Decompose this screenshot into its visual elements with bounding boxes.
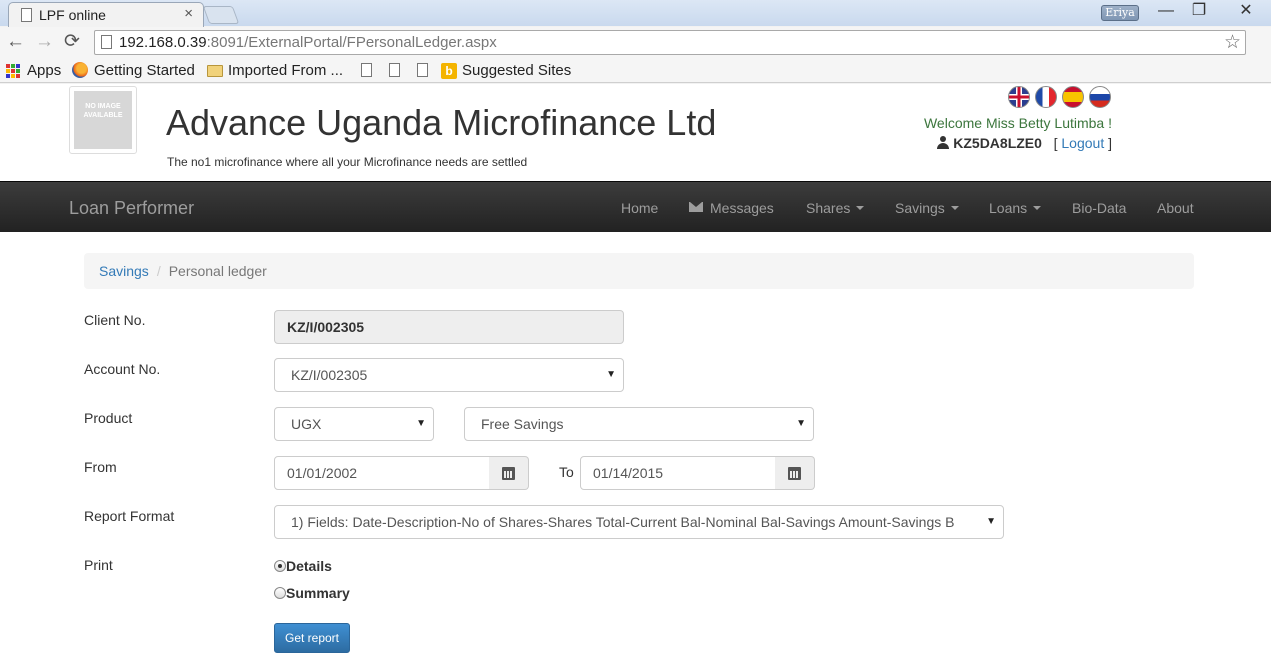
tab-title: LPF online <box>39 7 106 23</box>
print-label: Print <box>84 557 113 573</box>
uk-flag-icon[interactable] <box>1008 86 1030 108</box>
tab-close-icon[interactable]: × <box>184 5 193 22</box>
report-format-label: Report Format <box>84 508 175 524</box>
dropdown-arrow-icon: ▼ <box>796 418 806 429</box>
product-select[interactable]: Free Savings ▼ <box>464 407 814 441</box>
bing-icon: b <box>441 63 457 79</box>
logout-link[interactable]: Logout <box>1061 135 1104 151</box>
page-icon <box>21 8 32 22</box>
print-details-option[interactable]: Details <box>274 558 332 574</box>
apps-grid-icon <box>6 64 20 78</box>
radio-details[interactable] <box>274 560 286 572</box>
user-info: KZ5DA8LZE0 [ Logout ] <box>937 135 1112 151</box>
dropdown-arrow-icon: ▼ <box>416 418 426 429</box>
to-date-input[interactable]: 01/14/2015 <box>580 456 776 490</box>
account-no-label: Account No. <box>84 361 161 377</box>
from-date-input[interactable]: 01/01/2002 <box>274 456 490 490</box>
address-bar[interactable]: 192.168.0.39:8091/ExternalPortal/FPerson… <box>94 30 1246 55</box>
profile-badge[interactable]: Eriya <box>1101 5 1139 21</box>
caret-down-icon <box>856 206 865 211</box>
reload-icon[interactable]: ⟳ <box>64 31 80 53</box>
from-calendar-button[interactable] <box>489 456 529 490</box>
russia-flag-icon[interactable] <box>1089 86 1111 108</box>
france-flag-icon[interactable] <box>1035 86 1057 108</box>
account-no-select[interactable]: KZ/I/002305 ▼ <box>274 358 624 392</box>
logout-bracket: [ <box>1053 135 1058 151</box>
bookmark-imported-from[interactable]: Imported From ... <box>228 62 343 79</box>
print-summary-option[interactable]: Summary <box>274 585 350 601</box>
forward-arrow-icon[interactable]: → <box>35 31 54 53</box>
bookmark-page-icon[interactable] <box>389 63 400 77</box>
to-label: To <box>559 464 574 480</box>
no-image-text: NO IMAGE AVAILABLE <box>83 103 123 119</box>
bookmark-star-icon[interactable]: ☆ <box>1224 31 1241 54</box>
product-label: Product <box>84 410 133 426</box>
tab-strip: LPF online × Eriya — ❐ ✕ <box>0 0 1271 27</box>
to-calendar-button[interactable] <box>775 456 815 490</box>
currency-select[interactable]: UGX ▼ <box>274 407 434 441</box>
maximize-button[interactable]: ❐ <box>1180 2 1218 22</box>
nav-home[interactable]: Home <box>621 200 658 216</box>
nav-about[interactable]: About <box>1157 200 1194 216</box>
new-tab-button[interactable] <box>202 6 240 24</box>
nav-savings[interactable]: Savings <box>895 200 959 216</box>
caret-down-icon <box>950 206 959 211</box>
no-image-placeholder: NO IMAGE AVAILABLE <box>74 91 132 149</box>
breadcrumb-separator: / <box>156 263 161 279</box>
spain-flag-icon[interactable] <box>1062 86 1084 108</box>
browser-tab[interactable]: LPF online × <box>8 2 204 27</box>
breadcrumb-savings[interactable]: Savings <box>99 263 149 279</box>
report-format-select[interactable]: 1) Fields: Date-Description-No of Shares… <box>274 505 1004 539</box>
calendar-icon <box>788 467 801 480</box>
welcome-message: Welcome Miss Betty Lutimba ! <box>923 115 1112 131</box>
envelope-icon <box>689 202 703 212</box>
from-label: From <box>84 459 117 475</box>
page-icon <box>101 35 112 49</box>
nav-messages[interactable]: Messages <box>689 200 774 216</box>
browser-chrome: LPF online × Eriya — ❐ ✕ ← → ⟳ 192.168.0… <box>0 0 1271 84</box>
user-icon <box>937 136 950 149</box>
firefox-icon <box>72 62 88 78</box>
url-text: 192.168.0.39:8091/ExternalPortal/FPerson… <box>119 34 497 51</box>
bookmark-page-icon[interactable] <box>361 63 372 77</box>
bookmark-apps[interactable]: Apps <box>27 62 61 79</box>
back-arrow-icon[interactable]: ← <box>6 31 25 53</box>
client-no-label: Client No. <box>84 312 146 328</box>
get-report-button[interactable]: Get report <box>274 623 350 653</box>
bookmark-page-icon[interactable] <box>417 63 428 77</box>
navbar-brand[interactable]: Loan Performer <box>69 198 194 219</box>
breadcrumb: Savings / Personal ledger <box>84 253 1194 289</box>
main-navbar: Loan Performer Home Messages Shares Savi… <box>0 181 1271 232</box>
breadcrumb-current: Personal ledger <box>168 263 267 279</box>
nav-shares[interactable]: Shares <box>806 200 865 216</box>
browser-toolbar: ← → ⟳ 192.168.0.39:8091/ExternalPortal/F… <box>0 27 1271 59</box>
bookmark-suggested-sites[interactable]: Suggested Sites <box>462 62 571 79</box>
caret-down-icon <box>1033 206 1042 211</box>
dropdown-arrow-icon: ▼ <box>606 369 616 380</box>
calendar-icon <box>502 467 515 480</box>
logout-bracket: ] <box>1108 135 1112 151</box>
close-window-button[interactable]: ✕ <box>1227 2 1265 22</box>
organization-tagline: The no1 microfinance where all your Micr… <box>167 155 528 169</box>
bookmark-getting-started[interactable]: Getting Started <box>94 62 195 79</box>
nav-bio-data[interactable]: Bio-Data <box>1072 200 1126 216</box>
dropdown-arrow-icon: ▼ <box>986 516 996 527</box>
bookmarks-bar: Apps Getting Started Imported From ... b… <box>0 59 1271 83</box>
client-no-field: KZ/I/002305 <box>274 310 624 344</box>
user-code: KZ5DA8LZE0 <box>953 135 1042 151</box>
radio-summary[interactable] <box>274 587 286 599</box>
folder-icon <box>207 65 223 77</box>
nav-loans[interactable]: Loans <box>989 200 1042 216</box>
company-logo: NO IMAGE AVAILABLE <box>69 86 137 154</box>
organization-title: Advance Uganda Microfinance Ltd <box>166 102 717 143</box>
